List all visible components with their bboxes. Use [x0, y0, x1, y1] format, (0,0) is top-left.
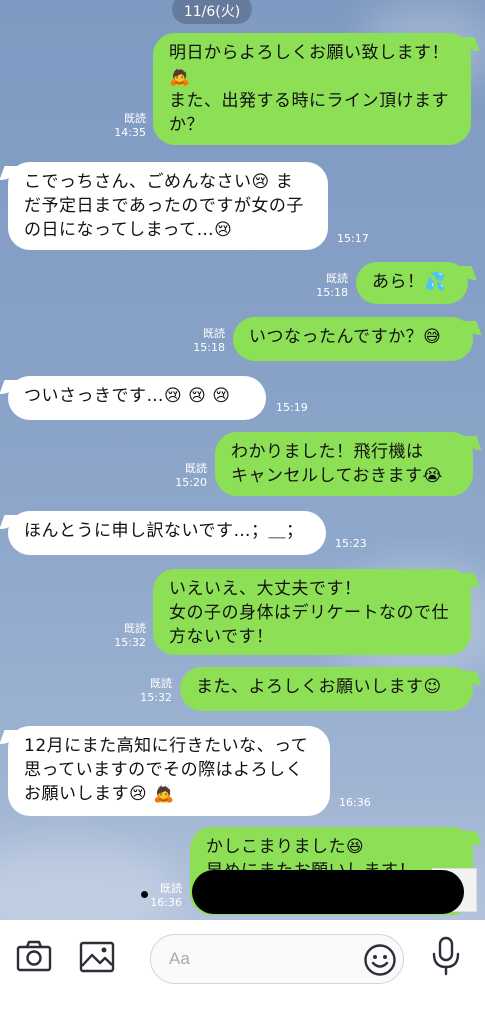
- message-text: いつなったんですか？😅: [249, 327, 442, 347]
- message-time: 15:32: [140, 691, 172, 704]
- message-text: また、出発する時にライン頂けます: [169, 91, 449, 111]
- read-receipt: 既読: [124, 112, 146, 125]
- message-bubble-outgoing[interactable]: あら！💦: [356, 262, 468, 304]
- message-time: 15:20: [175, 476, 207, 489]
- message-text: こでっちさん、ごめんなさい😢 ま: [24, 172, 294, 192]
- redaction-dot: [141, 891, 148, 898]
- message-time: 15:17: [337, 232, 369, 245]
- read-receipt: 既読: [124, 622, 146, 635]
- emoji-icon[interactable]: [363, 943, 397, 981]
- message-text: あら！💦: [372, 272, 447, 292]
- message-bubble-outgoing[interactable]: わかりました！飛行機は キャンセルしておきます😭: [215, 432, 473, 496]
- message-time: 15:18: [193, 341, 225, 354]
- message-text: キャンセルしておきます😭: [231, 466, 443, 486]
- message-meta: 既読 15:32: [130, 677, 172, 705]
- camera-icon[interactable]: [16, 940, 52, 976]
- message-input-placeholder: Aa: [169, 949, 190, 968]
- message-text: か？: [169, 115, 204, 135]
- message-bubble-outgoing[interactable]: いつなったんですか？😅: [233, 317, 473, 361]
- read-receipt: 既読: [185, 462, 207, 475]
- microphone-icon[interactable]: [430, 936, 462, 980]
- message-text: また、よろしくお願いします😉: [196, 677, 442, 697]
- message-time: 16:36: [150, 896, 182, 909]
- read-receipt: 既読: [150, 677, 172, 690]
- message-bubble-incoming[interactable]: ほんとうに申し訳ないです…；＿；: [8, 511, 326, 555]
- message-text: 12月にまた高知に行きたいな、って: [24, 736, 309, 756]
- message-text: お願いします😢 🙇: [24, 784, 175, 804]
- read-receipt: 既読: [326, 272, 348, 285]
- message-text: いえいえ、大丈夫です！: [169, 579, 362, 599]
- image-icon[interactable]: [79, 941, 115, 977]
- message-input-bar: Aa: [0, 920, 485, 1024]
- message-time: 15:32: [114, 636, 146, 649]
- message-meta: 既読 15:18: [306, 272, 348, 300]
- message-time: 15:18: [316, 286, 348, 299]
- message-text: 女の子の身体はデリケートなので仕: [169, 603, 449, 623]
- message-meta: 既読 15:18: [183, 327, 225, 355]
- message-bubble-outgoing[interactable]: いえいえ、大丈夫です！ 女の子の身体はデリケートなので仕 方ないです！: [153, 569, 471, 655]
- message-text: 方ないです！: [169, 627, 274, 647]
- message-meta: 既読 15:20: [165, 462, 207, 490]
- chat-area[interactable]: 11/6(火) 明日からよろしくお願い致します！ 🙇 また、出発する時にライン頂…: [0, 0, 485, 920]
- date-separator: 11/6(火): [172, 0, 252, 24]
- message-time: 15:23: [335, 537, 367, 550]
- message-bubble-incoming[interactable]: 12月にまた高知に行きたいな、って 思っていますのでその際はよろしく お願いしま…: [8, 726, 330, 816]
- message-bubble-incoming[interactable]: ついさっきです…😢 😢 😢: [8, 376, 266, 420]
- message-text: 思っていますのでその際はよろしく: [24, 760, 304, 780]
- message-text: 明日からよろしくお願い致します！: [169, 43, 449, 63]
- message-text: の日になってしまって…😢: [24, 220, 233, 240]
- message-text: ついさっきです…😢 😢 😢: [24, 386, 231, 406]
- message-bubble-incoming[interactable]: こでっちさん、ごめんなさい😢 ま だ予定日まであったのですが女の子 の日になって…: [8, 162, 328, 250]
- message-text: ほんとうに申し訳ないです…；＿；: [24, 521, 304, 541]
- message-bubble-outgoing[interactable]: 明日からよろしくお願い致します！ 🙇 また、出発する時にライン頂けます か？: [153, 33, 471, 145]
- message-time: 16:36: [339, 796, 371, 809]
- message-bubble-outgoing[interactable]: また、よろしくお願いします😉: [180, 667, 473, 711]
- message-text: 🙇: [169, 67, 191, 87]
- message-text: かしこまりました😆: [206, 837, 365, 857]
- message-time: 14:35: [114, 126, 146, 139]
- message-meta: 既読 14:35: [104, 112, 146, 140]
- message-meta: 既読 15:32: [104, 622, 146, 650]
- read-receipt: 既読: [203, 327, 225, 340]
- message-time: 15:19: [276, 401, 308, 414]
- message-text: だ予定日まであったのですが女の子: [24, 196, 304, 216]
- message-input[interactable]: Aa: [150, 934, 404, 984]
- message-text: わかりました！飛行機は: [231, 442, 424, 462]
- redaction-mark: [192, 870, 464, 914]
